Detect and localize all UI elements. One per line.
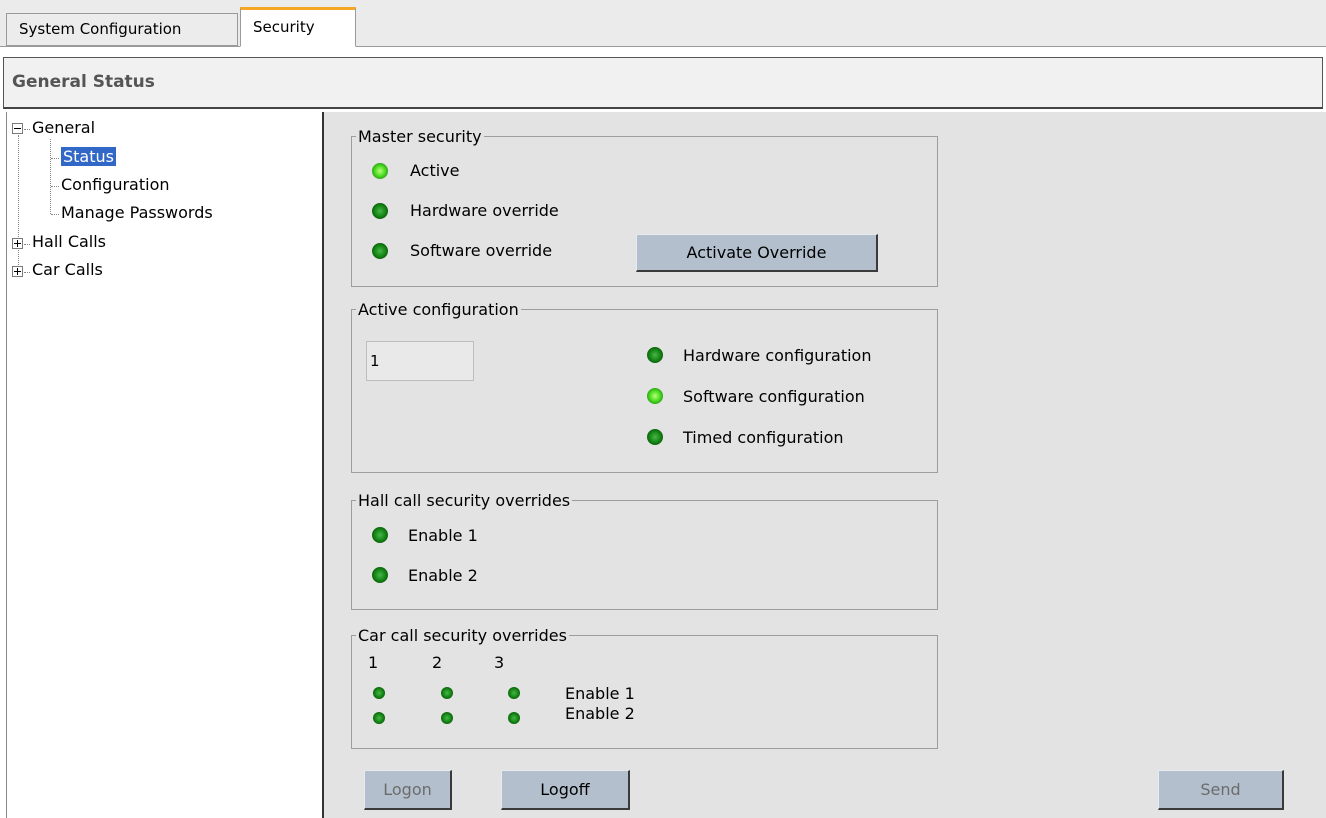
hall-enable-2-indicator xyxy=(372,567,388,583)
tab-security[interactable]: Security xyxy=(240,7,356,47)
car-1-enable-1-indicator xyxy=(373,687,385,699)
car-column-3-label: 3 xyxy=(494,653,505,672)
car-column-1-label: 1 xyxy=(368,653,379,672)
car-1-enable-2-indicator xyxy=(373,712,385,724)
software-configuration-label: Software configuration xyxy=(683,387,865,406)
car-call-overrides-legend: Car call security overrides xyxy=(358,626,567,645)
tree-item-manage-passwords[interactable]: Manage Passwords xyxy=(61,203,213,222)
send-button[interactable]: Send xyxy=(1158,770,1284,810)
expand-icon[interactable] xyxy=(12,238,23,249)
collapse-icon[interactable] xyxy=(12,123,23,134)
hall-enable-1-label: Enable 1 xyxy=(408,526,478,545)
car-2-enable-2-indicator xyxy=(441,712,453,724)
navigation-tree: General Status Configuration Manage Pass… xyxy=(6,112,324,818)
hall-call-overrides-group: Hall call security overrides xyxy=(351,491,938,610)
hall-enable-1-indicator xyxy=(372,527,388,543)
hall-enable-2-label: Enable 2 xyxy=(408,566,478,585)
active-indicator xyxy=(372,163,388,179)
hardware-override-indicator xyxy=(372,203,388,219)
tree-item-configuration[interactable]: Configuration xyxy=(61,175,170,194)
tree-item-general[interactable]: General xyxy=(32,118,95,137)
timed-configuration-label: Timed configuration xyxy=(683,428,844,447)
tree-item-status[interactable]: Status xyxy=(61,147,116,166)
hardware-override-label: Hardware override xyxy=(410,201,559,220)
tree-item-hall-calls[interactable]: Hall Calls xyxy=(32,232,106,251)
expand-icon[interactable] xyxy=(12,266,23,277)
active-configuration-legend: Active configuration xyxy=(358,300,519,319)
master-security-legend: Master security xyxy=(358,127,482,146)
tab-system-configuration[interactable]: System Configuration xyxy=(6,13,238,46)
logoff-button[interactable]: Logoff xyxy=(501,770,630,810)
hardware-configuration-label: Hardware configuration xyxy=(683,346,872,365)
car-3-enable-1-indicator xyxy=(508,687,520,699)
car-3-enable-2-indicator xyxy=(508,712,520,724)
status-panel: Master security Active Hardware override… xyxy=(324,112,1326,818)
tree-item-car-calls[interactable]: Car Calls xyxy=(32,260,103,279)
activate-override-button[interactable]: Activate Override xyxy=(636,234,878,272)
software-override-label: Software override xyxy=(410,241,553,260)
car-enable-1-label: Enable 1 xyxy=(565,684,635,703)
car-call-overrides-group: Car call security overrides xyxy=(351,626,938,749)
tab-bar: System Configuration Security xyxy=(0,0,1326,47)
car-column-2-label: 2 xyxy=(432,653,443,672)
page-header: General Status xyxy=(3,57,1323,109)
software-override-indicator xyxy=(372,243,388,259)
hall-call-overrides-legend: Hall call security overrides xyxy=(358,491,571,510)
timed-configuration-indicator xyxy=(647,429,663,445)
logon-button[interactable]: Logon xyxy=(364,770,452,810)
active-label: Active xyxy=(410,161,460,180)
car-2-enable-1-indicator xyxy=(441,687,453,699)
car-enable-2-label: Enable 2 xyxy=(565,704,635,723)
software-configuration-indicator xyxy=(647,388,663,404)
active-configuration-field: 1 xyxy=(366,341,474,381)
hardware-configuration-indicator xyxy=(647,347,663,363)
page-title: General Status xyxy=(12,72,155,92)
